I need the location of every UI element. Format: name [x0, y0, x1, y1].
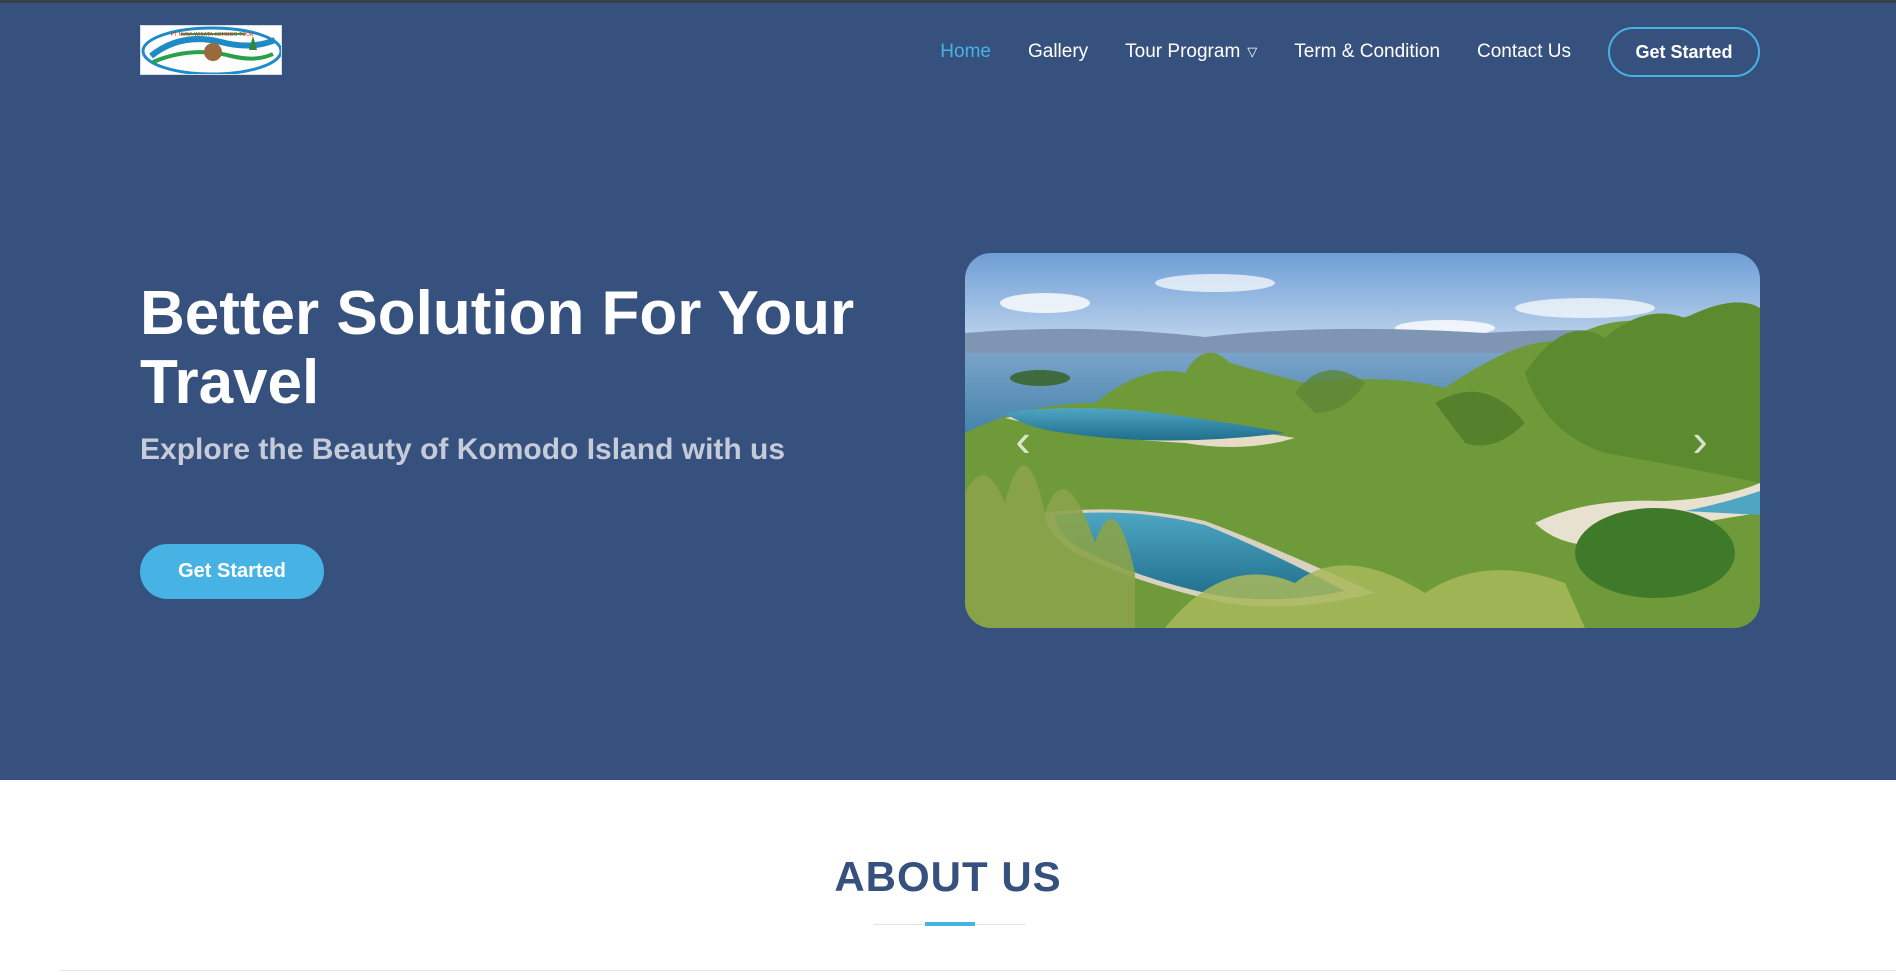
- nav-contact-us-label: Contact Us: [1477, 41, 1571, 62]
- chevron-left-icon[interactable]: ‹: [1003, 415, 1043, 465]
- hero-get-started-button[interactable]: Get Started: [140, 544, 324, 599]
- nav-tour-program-label: Tour Program: [1125, 41, 1241, 62]
- nav-home[interactable]: Home: [940, 41, 991, 63]
- nav-home-label: Home: [940, 41, 991, 62]
- hero-section: PT NUSA WISATA KOMODO TOUR Home Gallery …: [0, 3, 1896, 780]
- nav-tour-program[interactable]: Tour Program ▽: [1125, 41, 1257, 63]
- chevron-down-icon: ▽: [1247, 44, 1258, 59]
- nav-contact-us[interactable]: Contact Us: [1477, 41, 1571, 63]
- main-nav: Home Gallery Tour Program ▽ Term & Condit…: [900, 26, 1760, 78]
- logo-text: PT NUSA WISATA KOMODO TOUR: [171, 32, 254, 38]
- hero-image-carousel[interactable]: ‹ ›: [965, 253, 1760, 628]
- site-logo[interactable]: PT NUSA WISATA KOMODO TOUR: [140, 25, 282, 75]
- nav-term-condition[interactable]: Term & Condition: [1294, 41, 1440, 63]
- komodo-island-landscape-image: [965, 253, 1760, 628]
- about-us-heading: ABOUT US: [834, 853, 1062, 900]
- hero-subtitle: Explore the Beauty of Komodo Island with…: [140, 433, 786, 466]
- chevron-right-icon[interactable]: ›: [1680, 415, 1720, 465]
- nav-gallery[interactable]: Gallery: [1028, 41, 1088, 63]
- content-divider: [60, 970, 1896, 971]
- header-get-started-button[interactable]: Get Started: [1608, 27, 1760, 77]
- nav-term-condition-label: Term & Condition: [1294, 41, 1441, 62]
- nav-gallery-label: Gallery: [1027, 41, 1089, 62]
- hero-title: Better Solution For Your Travel: [140, 279, 855, 417]
- section-divider-accent: [925, 922, 975, 926]
- komodo-tour-logo-icon: PT NUSA WISATA KOMODO TOUR: [141, 26, 281, 74]
